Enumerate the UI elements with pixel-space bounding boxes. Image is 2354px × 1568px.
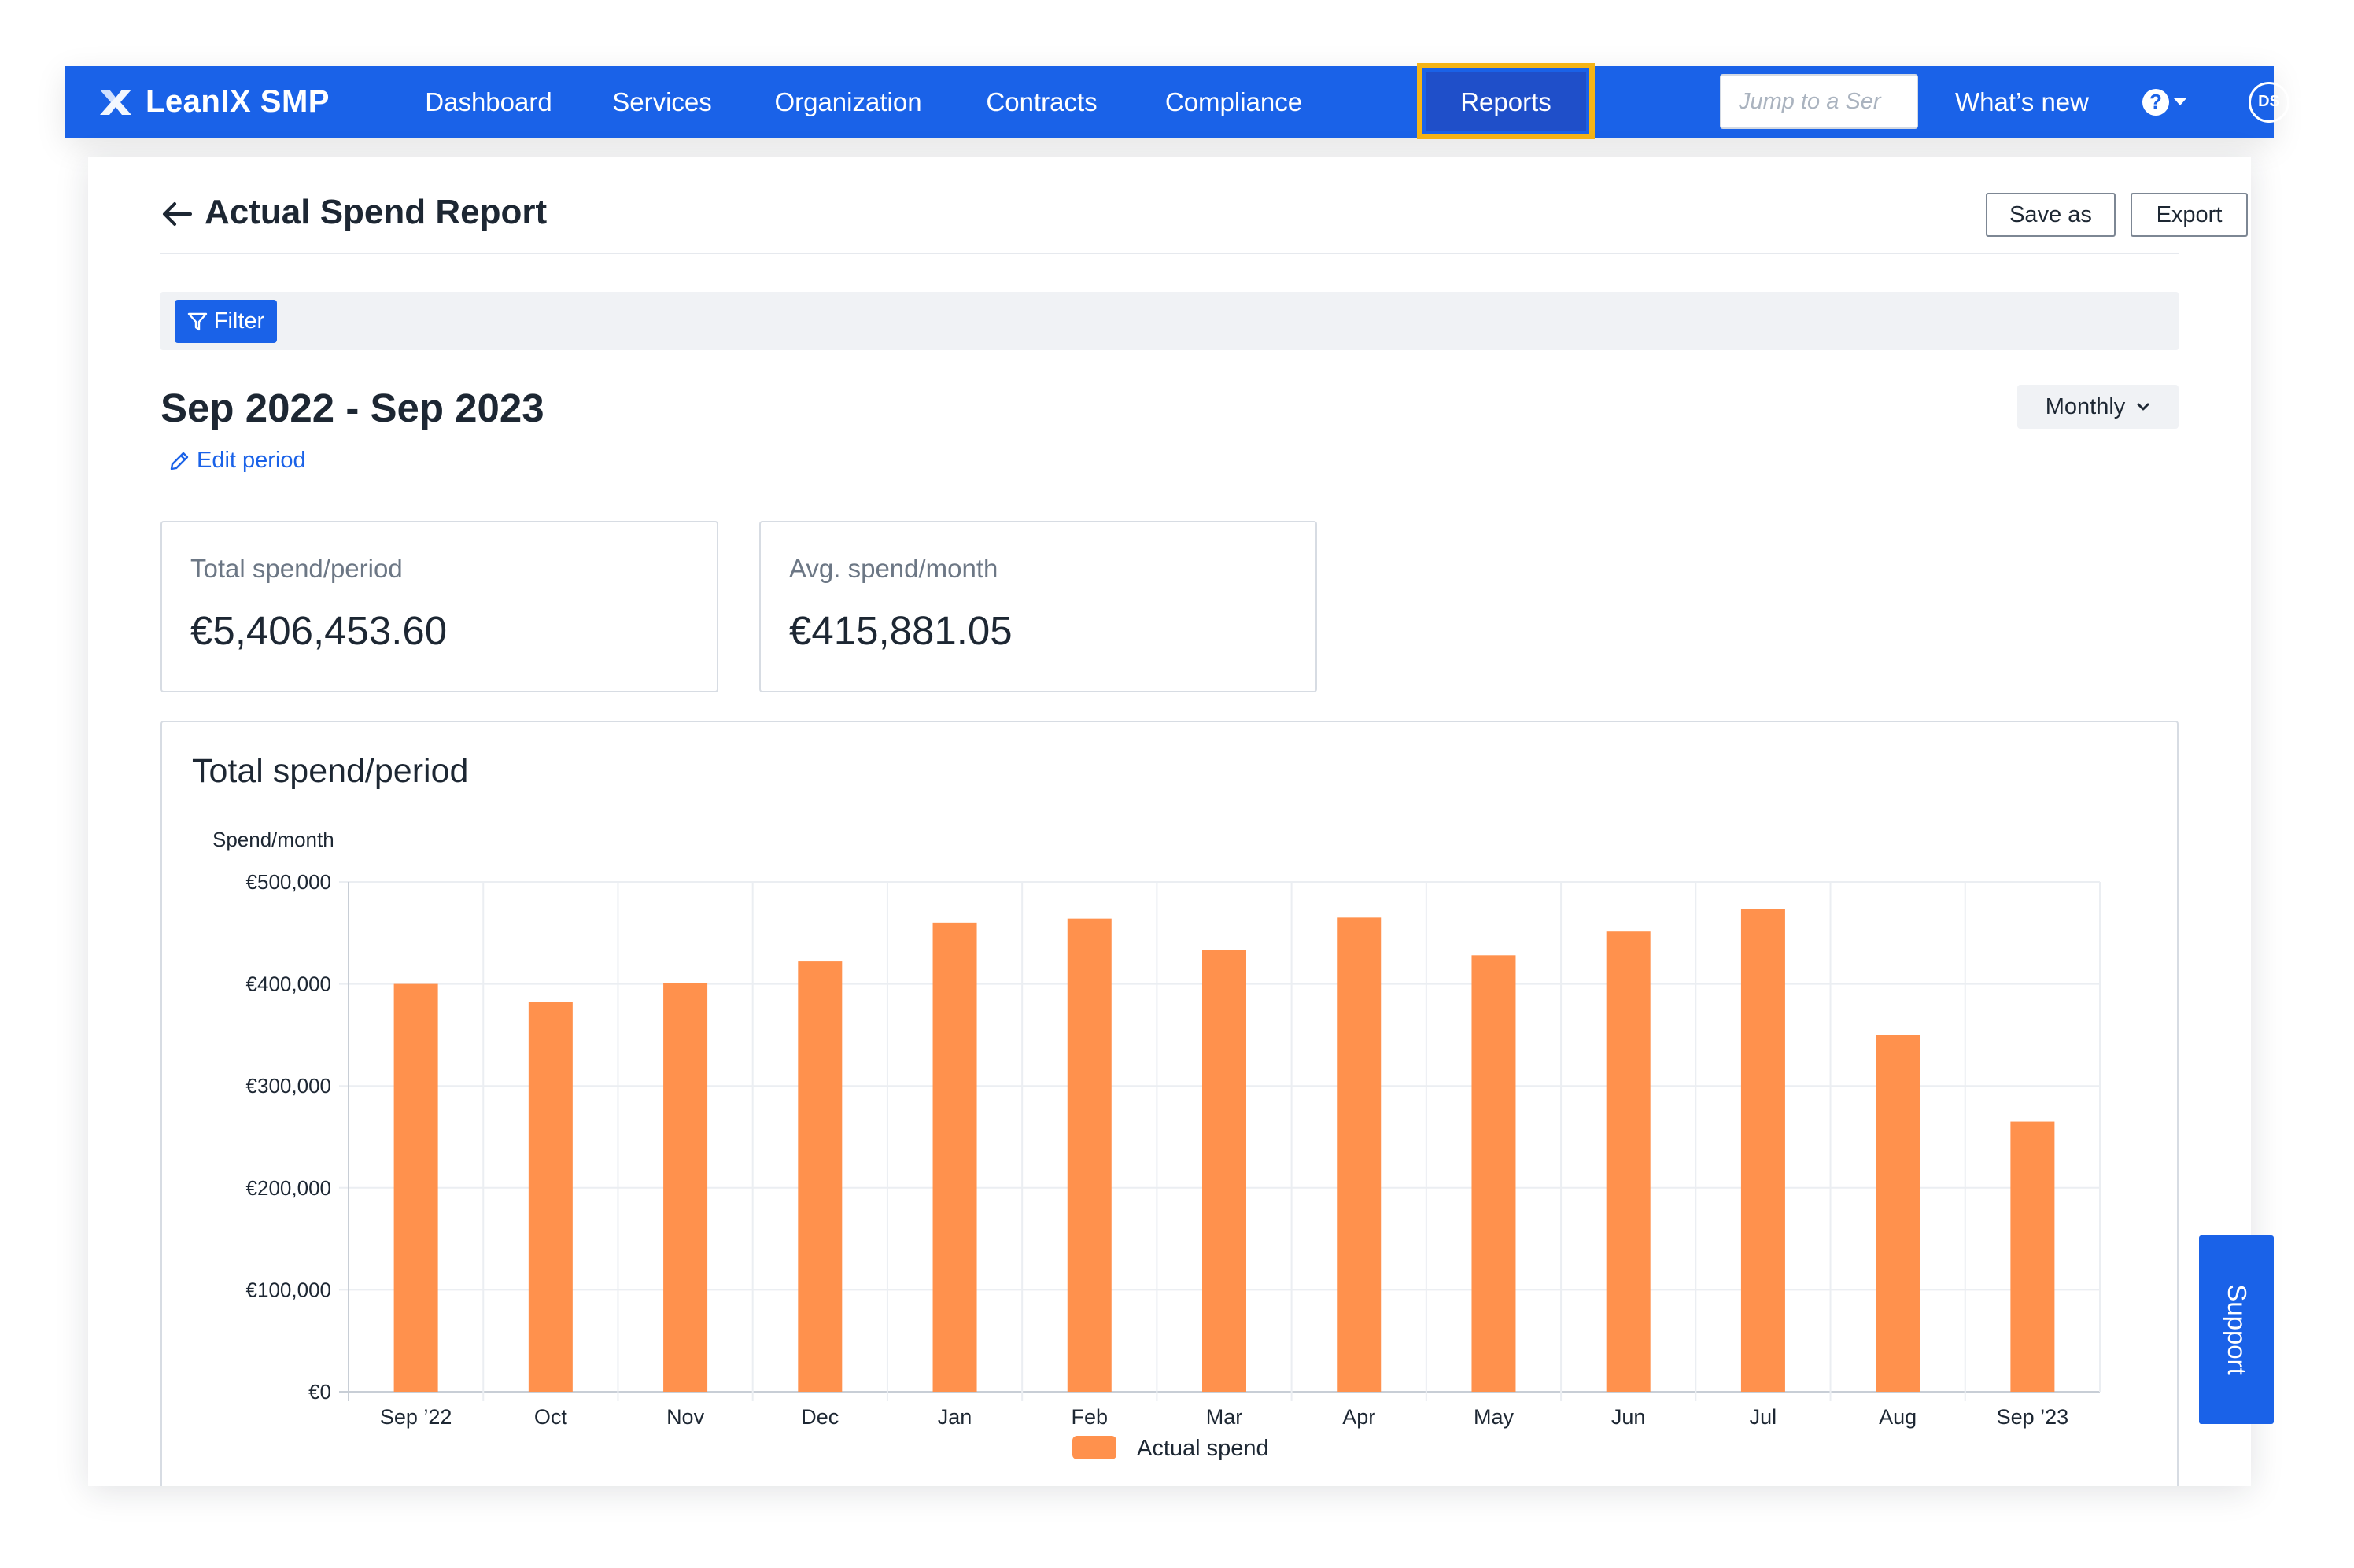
bar-12	[1876, 1035, 1920, 1392]
jump-to-search-input[interactable]	[1720, 74, 1918, 129]
brand-name: LeanIX SMP	[146, 84, 330, 119]
help-menu-button[interactable]: ?	[2142, 66, 2186, 138]
bar-11	[1740, 909, 1785, 1392]
bar-2	[528, 1002, 573, 1392]
avg-spend-stat: Avg. spend/month €415,881.05	[759, 521, 1317, 692]
x-tick-label: Sep ’22	[380, 1405, 452, 1429]
page-title: Actual Spend Report	[205, 193, 548, 231]
granularity-value: Monthly	[2045, 393, 2126, 419]
bar-10	[1606, 931, 1651, 1392]
y-tick-label: €300,000	[246, 1074, 331, 1098]
x-tick-label: Aug	[1879, 1405, 1917, 1429]
export-button[interactable]: Export	[2131, 193, 2248, 237]
filter-bar: Filter	[160, 292, 2179, 350]
support-tab[interactable]: Support	[2199, 1235, 2274, 1424]
top-navigation-bar: LeanIX SMP Dashboard Services Organizati…	[65, 63, 2310, 139]
bar-4	[798, 961, 843, 1392]
question-circle-icon: ?	[2142, 88, 2169, 116]
y-axis-label: Spend/month	[212, 828, 334, 851]
x-tick-label: Jul	[1750, 1405, 1777, 1429]
user-menu-button[interactable]: DS	[2249, 66, 2310, 138]
reports-highlight-frame	[1417, 63, 1595, 139]
filter-label: Filter	[213, 308, 265, 334]
bar-7	[1202, 950, 1246, 1392]
y-tick-label: €500,000	[246, 870, 331, 894]
bar-3	[663, 983, 708, 1392]
stat-label: Total spend/period	[190, 554, 403, 583]
x-tick-label: Dec	[801, 1405, 839, 1429]
y-tick-label: €200,000	[246, 1176, 331, 1200]
edit-period-label: Edit period	[197, 448, 306, 473]
x-tick-label: Jan	[938, 1405, 972, 1429]
edit-period-link[interactable]: Edit period	[168, 448, 306, 474]
report-header: Actual Spend Report Save as Export	[160, 188, 2248, 254]
avatar: DS	[2249, 81, 2289, 123]
nav-compliance[interactable]: Compliance	[1145, 66, 1323, 138]
y-tick-label: €400,000	[246, 972, 331, 996]
bar-5	[932, 922, 977, 1392]
leanix-logo-icon	[100, 89, 131, 115]
filter-button[interactable]: Filter	[175, 300, 277, 343]
back-arrow-icon[interactable]	[160, 197, 194, 231]
bar-1	[393, 983, 438, 1392]
support-label: Support	[2222, 1284, 2252, 1375]
bar-6	[1067, 918, 1112, 1392]
x-tick-label: Feb	[1072, 1405, 1109, 1429]
x-tick-label: Jun	[1611, 1405, 1646, 1429]
nav-contracts[interactable]: Contracts	[969, 66, 1115, 138]
pencil-icon	[170, 452, 189, 470]
y-tick-label: €0	[308, 1380, 331, 1404]
granularity-dropdown[interactable]: Monthly	[2017, 385, 2179, 429]
period-title: Sep 2022 - Sep 2023	[160, 386, 544, 430]
legend-swatch	[1072, 1436, 1116, 1459]
chevron-down-icon	[2297, 98, 2310, 105]
brand-logo[interactable]: LeanIX SMP	[97, 66, 330, 138]
save-as-button[interactable]: Save as	[1986, 193, 2116, 237]
x-tick-label: May	[1474, 1405, 1515, 1429]
whats-new-link[interactable]: What’s new	[1938, 66, 2106, 138]
filter-funnel-icon	[187, 312, 207, 330]
x-tick-label: Mar	[1206, 1405, 1243, 1429]
bar-9	[1471, 955, 1516, 1392]
spend-bar-chart: Spend/month €0 €100,000 €200,000 €300,000 €40…	[212, 828, 2101, 1461]
x-tick-label: Nov	[666, 1405, 705, 1429]
nav-dashboard[interactable]: Dashboard	[410, 66, 567, 138]
nav-organization[interactable]: Organization	[758, 66, 939, 138]
spend-chart-panel: Total spend/period Spend/month €0 €100,000…	[160, 721, 2179, 1486]
stat-label: Avg. spend/month	[789, 554, 998, 583]
x-tick-label: Sep ’23	[1997, 1405, 2069, 1429]
nav-services[interactable]: Services	[597, 66, 727, 138]
bar-8	[1337, 917, 1382, 1392]
legend-label: Actual spend	[1137, 1436, 1269, 1461]
x-tick-label: Apr	[1342, 1405, 1375, 1429]
stat-value: €5,406,453.60	[190, 608, 448, 653]
chevron-down-icon	[2174, 98, 2186, 105]
x-tick-label: Oct	[534, 1405, 568, 1429]
report-card: Actual Spend Report Save as Export Filte…	[88, 157, 2251, 1486]
chevron-down-icon	[2137, 403, 2149, 411]
bar-13	[2010, 1121, 2055, 1392]
total-spend-stat: Total spend/period €5,406,453.60	[160, 521, 718, 692]
y-tick-label: €100,000	[246, 1278, 331, 1301]
stat-value: €415,881.05	[789, 608, 1013, 653]
